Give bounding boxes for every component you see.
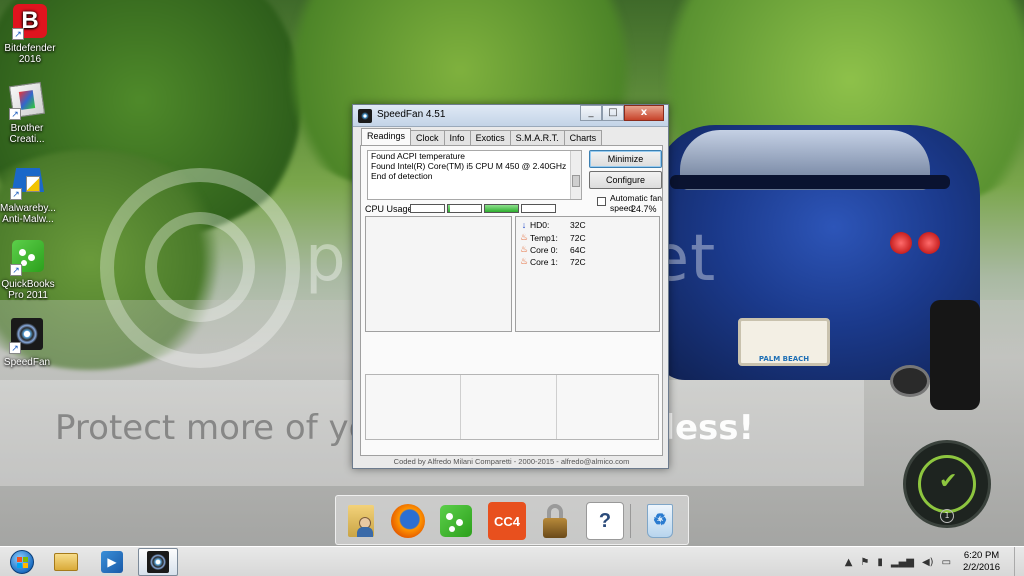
cpu-core-bar	[410, 204, 445, 213]
malwarebytes-icon: ↗	[10, 164, 46, 200]
status-widget[interactable]: ✔ 1	[903, 440, 991, 528]
tab-clock[interactable]: Clock	[410, 130, 445, 145]
configure-button[interactable]: Configure	[589, 171, 662, 189]
log-line: Found Intel(R) Core(TM) i5 CPU M 450 @ 2…	[371, 161, 567, 171]
explorer-icon[interactable]	[46, 548, 86, 576]
quickbooks-dock-icon[interactable]	[437, 502, 475, 540]
temp-row-hd0: ↓ HD0: 32C	[521, 220, 586, 230]
license-plate: PALM BEACH	[738, 318, 830, 366]
speedfan-icon: ↗	[9, 318, 45, 354]
desktop-icon-quickbooks[interactable]: ↗ QuickBooks Pro 2011	[0, 240, 58, 301]
desktop-icon-malwarebytes[interactable]: ↗ Malwareby... Anti-Malw...	[0, 164, 58, 225]
detection-log[interactable]: Found ACPI temperature Found Intel(R) Co…	[367, 150, 582, 200]
cpu-core-bar-fill	[485, 205, 518, 212]
widget-badge: 1	[940, 509, 954, 523]
cpu-usage-label: CPU Usage	[365, 204, 413, 214]
cpu-core-bar	[521, 204, 556, 213]
desktop-icon-speedfan[interactable]: ↗ SpeedFan	[0, 318, 57, 368]
recycle-bin-icon[interactable]: ♻	[641, 502, 679, 540]
launcher-dock: CC4 ? ♻	[335, 495, 689, 545]
taskbar: ▶ ▲ ⚑ ▮ ▂▄▆ ◀) ▭ 6:20 PM 2/2/2016	[0, 546, 1024, 576]
desktop-icon-bitdefender[interactable]: B ↗ Bitdefender 2016	[0, 4, 60, 65]
desktop-icon-label: SpeedFan	[3, 357, 51, 368]
tab-info[interactable]: Info	[443, 130, 471, 145]
readings-panel: Found ACPI temperature Found Intel(R) Co…	[360, 145, 663, 456]
window-close-button[interactable]: x	[624, 105, 664, 121]
shortcut-arrow-icon: ↗	[10, 188, 22, 200]
automatic-fan-speed-checkbox[interactable]	[597, 197, 606, 206]
desktop-icon-label: Malwareby... Anti-Malw...	[0, 203, 56, 225]
temp-row-core1: ♨ Core 1: 72C	[520, 256, 586, 267]
volume-icon[interactable]: ◀)	[922, 557, 934, 568]
temp-row-core0: ♨ Core 0: 64C	[520, 244, 586, 255]
cpu-core-bar-fill	[448, 205, 450, 212]
window-maximize-button[interactable]: □	[602, 105, 624, 121]
start-button[interactable]	[2, 548, 42, 576]
firefox-icon[interactable]	[389, 502, 427, 540]
watermark-logo-inner-ring	[145, 212, 255, 322]
copyright-footer: Coded by Alfredo Milani Comparetti - 200…	[393, 457, 630, 466]
cpu-usage-value: 24.7%	[631, 204, 657, 214]
temperatures-box: ↓ HD0: 32C ♨ Temp1: 72C ♨ Core 0: 64C ♨ …	[515, 216, 660, 332]
quickbooks-icon: ↗	[10, 240, 46, 276]
tab-bar: Readings Clock Info Exotics S.M.A.R.T. C…	[361, 128, 603, 146]
show-desktop-button[interactable]	[1014, 547, 1024, 576]
user-folder-icon[interactable]	[342, 502, 380, 540]
log-scrollbar[interactable]	[570, 151, 581, 199]
voltage-area	[365, 374, 659, 440]
shortcut-arrow-icon: ↗	[9, 342, 21, 354]
desktop-icon-label: QuickBooks Pro 2011	[1, 279, 55, 301]
desktop-icon-label: Bitdefender 2016	[4, 43, 56, 65]
speedfan-app-icon	[358, 109, 372, 123]
battery-icon[interactable]: ▮	[877, 557, 883, 568]
clock-date: 2/2/2016	[963, 562, 1000, 573]
desktop-icon-brother[interactable]: ↗ Brother Creati...	[0, 81, 57, 145]
flame-icon: ♨	[520, 256, 529, 266]
tab-charts[interactable]: Charts	[563, 130, 603, 145]
scrollbar-thumb[interactable]	[572, 175, 580, 187]
clock[interactable]: 6:20 PM 2/2/2016	[963, 550, 1000, 574]
dock-separator	[630, 504, 631, 538]
cc4-icon[interactable]: CC4	[488, 502, 526, 540]
tab-exotics[interactable]: Exotics	[469, 130, 511, 145]
network-icon[interactable]: ▂▄▆	[891, 557, 914, 568]
window-title: SpeedFan 4.51	[377, 109, 446, 120]
tab-smart[interactable]: S.M.A.R.T.	[509, 130, 565, 145]
log-line: End of detection	[371, 171, 433, 181]
cpu-core-bar	[484, 204, 519, 213]
arrow-down-icon: ↓	[521, 220, 527, 230]
window-minimize-button[interactable]: _	[580, 105, 602, 121]
system-tray: ▲ ⚑ ▮ ▂▄▆ ◀) ▭ 6:20 PM 2/2/2016	[841, 547, 1024, 576]
windows-logo-icon	[10, 550, 34, 574]
speedfan-window[interactable]: SpeedFan 4.51 _ □ x Readings Clock Info …	[352, 104, 669, 469]
flame-icon: ♨	[520, 232, 529, 242]
log-line: Found ACPI temperature	[371, 151, 466, 161]
bitdefender-icon: B ↗	[12, 4, 48, 40]
shortcut-arrow-icon: ↗	[10, 264, 22, 276]
shortcut-arrow-icon: ↗	[9, 108, 21, 120]
shortcut-arrow-icon: ↗	[12, 28, 24, 40]
help-icon[interactable]: ?	[586, 502, 624, 540]
show-hidden-icons[interactable]: ▲	[845, 557, 853, 568]
desktop-icon-label: Brother Creati...	[9, 123, 45, 145]
speedfan-taskbar-icon[interactable]	[138, 548, 178, 576]
temp-row-temp1: ♨ Temp1: 72C	[520, 232, 586, 243]
flag-icon[interactable]: ⚑	[860, 557, 869, 568]
flame-icon: ♨	[520, 244, 529, 254]
media-player-icon[interactable]: ▶	[92, 548, 132, 576]
tab-readings[interactable]: Readings	[361, 128, 412, 145]
lock-icon[interactable]	[536, 502, 574, 540]
fan-speeds-box	[365, 216, 512, 332]
clock-time: 6:20 PM	[963, 550, 1000, 561]
minimize-button[interactable]: Minimize	[589, 150, 662, 168]
brother-creativecenter-icon: ↗	[8, 81, 46, 120]
checkmark-icon: ✔	[939, 469, 958, 494]
window-titlebar[interactable]: SpeedFan 4.51 _ □ x	[353, 105, 668, 127]
cpu-core-bar	[447, 204, 482, 213]
action-icon[interactable]: ▭	[942, 557, 951, 568]
